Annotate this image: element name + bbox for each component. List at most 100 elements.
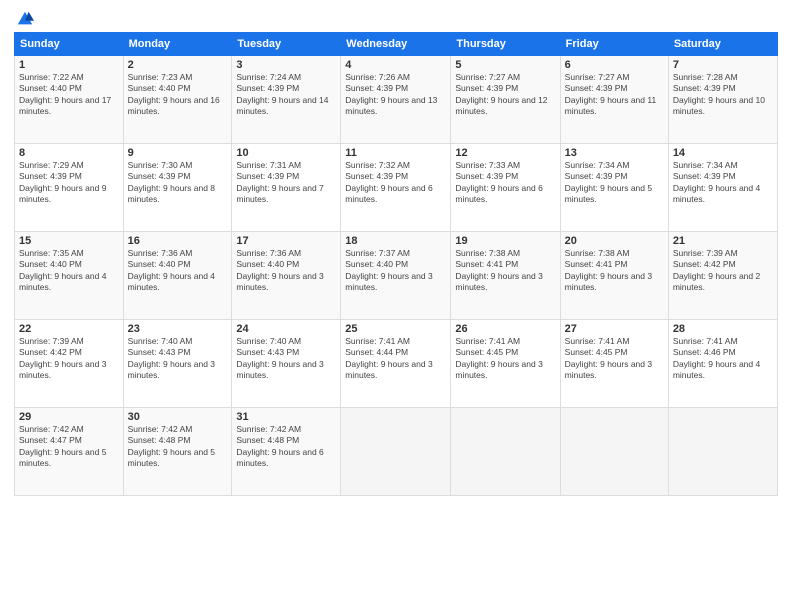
day-info: Sunrise: 7:34 AMSunset: 4:39 PMDaylight:… xyxy=(673,160,773,206)
day-number: 3 xyxy=(236,59,336,71)
day-info: Sunrise: 7:35 AMSunset: 4:40 PMDaylight:… xyxy=(19,248,119,294)
day-info: Sunrise: 7:41 AMSunset: 4:46 PMDaylight:… xyxy=(673,336,773,382)
day-number: 1 xyxy=(19,59,119,71)
day-number: 13 xyxy=(565,147,664,159)
calendar-week-5: 29Sunrise: 7:42 AMSunset: 4:47 PMDayligh… xyxy=(15,408,778,496)
day-number: 30 xyxy=(128,411,228,423)
calendar-cell: 1Sunrise: 7:22 AMSunset: 4:40 PMDaylight… xyxy=(15,56,124,144)
day-info: Sunrise: 7:36 AMSunset: 4:40 PMDaylight:… xyxy=(236,248,336,294)
calendar-cell xyxy=(668,408,777,496)
calendar-cell: 20Sunrise: 7:38 AMSunset: 4:41 PMDayligh… xyxy=(560,232,668,320)
calendar-cell: 3Sunrise: 7:24 AMSunset: 4:39 PMDaylight… xyxy=(232,56,341,144)
calendar-cell: 12Sunrise: 7:33 AMSunset: 4:39 PMDayligh… xyxy=(451,144,560,232)
day-info: Sunrise: 7:29 AMSunset: 4:39 PMDaylight:… xyxy=(19,160,119,206)
calendar-cell xyxy=(560,408,668,496)
calendar-cell: 10Sunrise: 7:31 AMSunset: 4:39 PMDayligh… xyxy=(232,144,341,232)
day-number: 9 xyxy=(128,147,228,159)
day-info: Sunrise: 7:40 AMSunset: 4:43 PMDaylight:… xyxy=(236,336,336,382)
day-number: 7 xyxy=(673,59,773,71)
day-number: 20 xyxy=(565,235,664,247)
day-number: 4 xyxy=(345,59,446,71)
day-number: 8 xyxy=(19,147,119,159)
calendar-cell: 30Sunrise: 7:42 AMSunset: 4:48 PMDayligh… xyxy=(123,408,232,496)
day-number: 21 xyxy=(673,235,773,247)
calendar-cell: 31Sunrise: 7:42 AMSunset: 4:48 PMDayligh… xyxy=(232,408,341,496)
day-info: Sunrise: 7:32 AMSunset: 4:39 PMDaylight:… xyxy=(345,160,446,206)
calendar-cell: 9Sunrise: 7:30 AMSunset: 4:39 PMDaylight… xyxy=(123,144,232,232)
day-info: Sunrise: 7:26 AMSunset: 4:39 PMDaylight:… xyxy=(345,72,446,118)
day-number: 5 xyxy=(455,59,555,71)
calendar-cell: 8Sunrise: 7:29 AMSunset: 4:39 PMDaylight… xyxy=(15,144,124,232)
day-number: 17 xyxy=(236,235,336,247)
calendar-cell xyxy=(341,408,451,496)
day-info: Sunrise: 7:41 AMSunset: 4:44 PMDaylight:… xyxy=(345,336,446,382)
day-number: 6 xyxy=(565,59,664,71)
day-number: 12 xyxy=(455,147,555,159)
day-number: 25 xyxy=(345,323,446,335)
calendar-week-1: 1Sunrise: 7:22 AMSunset: 4:40 PMDaylight… xyxy=(15,56,778,144)
day-header-thursday: Thursday xyxy=(451,33,560,56)
day-info: Sunrise: 7:42 AMSunset: 4:47 PMDaylight:… xyxy=(19,424,119,470)
day-number: 22 xyxy=(19,323,119,335)
page-container: SundayMondayTuesdayWednesdayThursdayFrid… xyxy=(0,0,792,612)
day-info: Sunrise: 7:30 AMSunset: 4:39 PMDaylight:… xyxy=(128,160,228,206)
calendar-cell: 26Sunrise: 7:41 AMSunset: 4:45 PMDayligh… xyxy=(451,320,560,408)
calendar-cell: 13Sunrise: 7:34 AMSunset: 4:39 PMDayligh… xyxy=(560,144,668,232)
calendar-header-row: SundayMondayTuesdayWednesdayThursdayFrid… xyxy=(15,33,778,56)
day-header-tuesday: Tuesday xyxy=(232,33,341,56)
day-number: 2 xyxy=(128,59,228,71)
day-info: Sunrise: 7:38 AMSunset: 4:41 PMDaylight:… xyxy=(565,248,664,294)
day-info: Sunrise: 7:24 AMSunset: 4:39 PMDaylight:… xyxy=(236,72,336,118)
calendar-cell: 4Sunrise: 7:26 AMSunset: 4:39 PMDaylight… xyxy=(341,56,451,144)
calendar-week-2: 8Sunrise: 7:29 AMSunset: 4:39 PMDaylight… xyxy=(15,144,778,232)
calendar-cell: 5Sunrise: 7:27 AMSunset: 4:39 PMDaylight… xyxy=(451,56,560,144)
day-info: Sunrise: 7:34 AMSunset: 4:39 PMDaylight:… xyxy=(565,160,664,206)
calendar-cell: 28Sunrise: 7:41 AMSunset: 4:46 PMDayligh… xyxy=(668,320,777,408)
day-number: 16 xyxy=(128,235,228,247)
day-number: 23 xyxy=(128,323,228,335)
logo xyxy=(14,10,34,24)
calendar-cell: 21Sunrise: 7:39 AMSunset: 4:42 PMDayligh… xyxy=(668,232,777,320)
day-number: 29 xyxy=(19,411,119,423)
calendar-cell: 6Sunrise: 7:27 AMSunset: 4:39 PMDaylight… xyxy=(560,56,668,144)
day-info: Sunrise: 7:27 AMSunset: 4:39 PMDaylight:… xyxy=(565,72,664,118)
day-info: Sunrise: 7:37 AMSunset: 4:40 PMDaylight:… xyxy=(345,248,446,294)
calendar-cell xyxy=(451,408,560,496)
day-number: 14 xyxy=(673,147,773,159)
day-number: 26 xyxy=(455,323,555,335)
calendar-cell: 24Sunrise: 7:40 AMSunset: 4:43 PMDayligh… xyxy=(232,320,341,408)
calendar-cell: 16Sunrise: 7:36 AMSunset: 4:40 PMDayligh… xyxy=(123,232,232,320)
day-number: 28 xyxy=(673,323,773,335)
calendar-cell: 22Sunrise: 7:39 AMSunset: 4:42 PMDayligh… xyxy=(15,320,124,408)
calendar-cell: 15Sunrise: 7:35 AMSunset: 4:40 PMDayligh… xyxy=(15,232,124,320)
header xyxy=(14,10,778,24)
calendar-cell: 29Sunrise: 7:42 AMSunset: 4:47 PMDayligh… xyxy=(15,408,124,496)
day-number: 18 xyxy=(345,235,446,247)
calendar-cell: 7Sunrise: 7:28 AMSunset: 4:39 PMDaylight… xyxy=(668,56,777,144)
day-info: Sunrise: 7:41 AMSunset: 4:45 PMDaylight:… xyxy=(565,336,664,382)
calendar-cell: 19Sunrise: 7:38 AMSunset: 4:41 PMDayligh… xyxy=(451,232,560,320)
day-info: Sunrise: 7:38 AMSunset: 4:41 PMDaylight:… xyxy=(455,248,555,294)
day-header-saturday: Saturday xyxy=(668,33,777,56)
day-info: Sunrise: 7:28 AMSunset: 4:39 PMDaylight:… xyxy=(673,72,773,118)
calendar-cell: 14Sunrise: 7:34 AMSunset: 4:39 PMDayligh… xyxy=(668,144,777,232)
day-info: Sunrise: 7:41 AMSunset: 4:45 PMDaylight:… xyxy=(455,336,555,382)
day-number: 15 xyxy=(19,235,119,247)
day-info: Sunrise: 7:36 AMSunset: 4:40 PMDaylight:… xyxy=(128,248,228,294)
day-info: Sunrise: 7:42 AMSunset: 4:48 PMDaylight:… xyxy=(128,424,228,470)
calendar-cell: 25Sunrise: 7:41 AMSunset: 4:44 PMDayligh… xyxy=(341,320,451,408)
day-number: 31 xyxy=(236,411,336,423)
day-info: Sunrise: 7:31 AMSunset: 4:39 PMDaylight:… xyxy=(236,160,336,206)
calendar-cell: 27Sunrise: 7:41 AMSunset: 4:45 PMDayligh… xyxy=(560,320,668,408)
day-info: Sunrise: 7:42 AMSunset: 4:48 PMDaylight:… xyxy=(236,424,336,470)
day-info: Sunrise: 7:22 AMSunset: 4:40 PMDaylight:… xyxy=(19,72,119,118)
day-info: Sunrise: 7:39 AMSunset: 4:42 PMDaylight:… xyxy=(19,336,119,382)
day-info: Sunrise: 7:39 AMSunset: 4:42 PMDaylight:… xyxy=(673,248,773,294)
day-info: Sunrise: 7:27 AMSunset: 4:39 PMDaylight:… xyxy=(455,72,555,118)
calendar-table: SundayMondayTuesdayWednesdayThursdayFrid… xyxy=(14,32,778,496)
calendar-week-4: 22Sunrise: 7:39 AMSunset: 4:42 PMDayligh… xyxy=(15,320,778,408)
calendar-cell: 17Sunrise: 7:36 AMSunset: 4:40 PMDayligh… xyxy=(232,232,341,320)
calendar-week-3: 15Sunrise: 7:35 AMSunset: 4:40 PMDayligh… xyxy=(15,232,778,320)
day-header-sunday: Sunday xyxy=(15,33,124,56)
calendar-cell: 11Sunrise: 7:32 AMSunset: 4:39 PMDayligh… xyxy=(341,144,451,232)
